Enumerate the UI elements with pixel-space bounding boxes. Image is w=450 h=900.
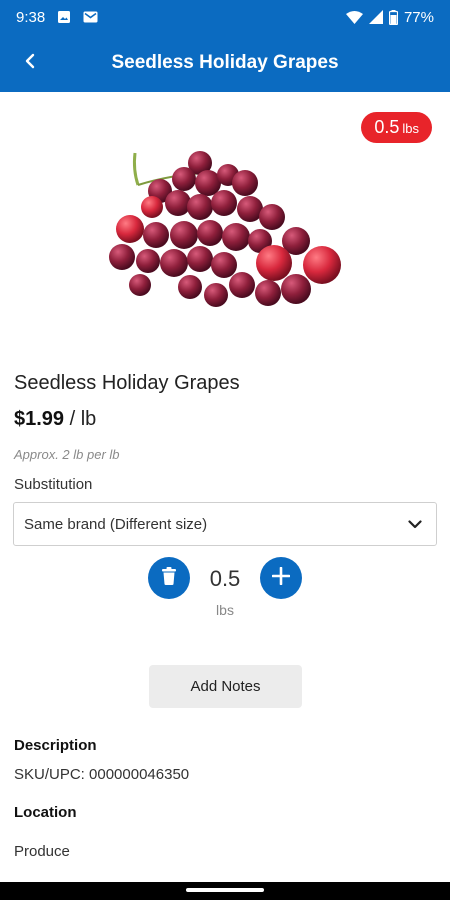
price-unit: / lb — [69, 408, 97, 430]
substitution-selected: Same brand (Different size) — [24, 515, 208, 533]
substitution-label: Substitution — [14, 476, 93, 493]
wifi-icon — [345, 10, 363, 24]
system-nav-bar — [0, 882, 450, 900]
plus-icon — [271, 566, 291, 590]
trash-icon — [161, 566, 177, 590]
status-right: 77% — [345, 8, 434, 26]
product-image — [100, 145, 350, 315]
signal-icon — [368, 10, 383, 24]
quantity-value: 0.5 — [209, 566, 241, 591]
quantity-unit: lbs — [216, 602, 234, 618]
description-title: Description — [14, 737, 97, 754]
image-icon — [57, 10, 71, 24]
badge-quantity: 0.5 — [374, 117, 400, 137]
chevron-left-icon — [23, 53, 37, 74]
status-bar: 9:38 77% — [0, 0, 450, 34]
home-handle[interactable] — [186, 888, 264, 892]
page-title: Seedless Holiday Grapes — [111, 52, 339, 73]
add-notes-button[interactable]: Add Notes — [149, 665, 302, 708]
location-title: Location — [14, 804, 77, 821]
price-row: $1.99 / lb — [14, 408, 96, 431]
quantity-badge: 0.5 lbs — [361, 112, 432, 143]
back-button[interactable] — [14, 47, 46, 79]
app-bar: Seedless Holiday Grapes — [0, 34, 450, 92]
battery-icon — [388, 9, 398, 25]
screen: 9:38 77% Seedless Holiday Grapes 0.5 lbs… — [0, 0, 450, 900]
status-left: 9:38 — [16, 9, 98, 26]
gmail-icon — [83, 11, 98, 23]
chevron-down-icon — [408, 516, 422, 533]
battery-percent: 77% — [403, 8, 434, 26]
location-text: Produce — [14, 843, 70, 860]
remove-button[interactable] — [148, 557, 190, 599]
description-text: SKU/UPC: 000000046350 — [14, 766, 190, 783]
status-time: 9:38 — [16, 8, 46, 26]
add-button[interactable] — [260, 557, 302, 599]
substitution-select[interactable]: Same brand (Different size) — [13, 502, 437, 546]
product-name: Seedless Holiday Grapes — [14, 372, 240, 394]
badge-unit: lbs — [402, 121, 419, 136]
product-price: $1.99 — [14, 408, 65, 430]
approx-weight: Approx. 2 lb per lb — [14, 447, 120, 462]
